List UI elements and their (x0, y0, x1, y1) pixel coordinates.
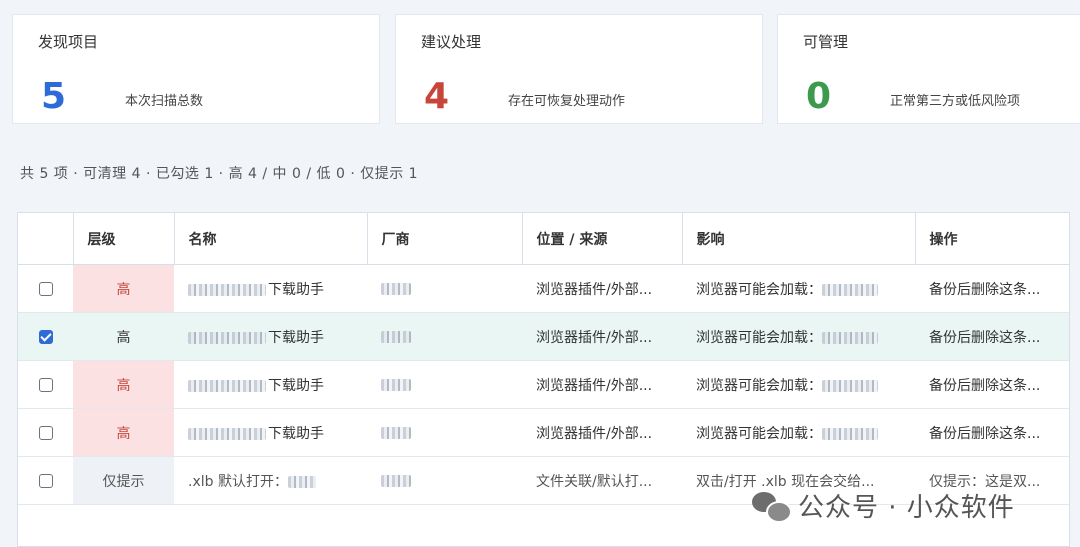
impact-cell: 浏览器可能会加载： (682, 408, 915, 457)
location-cell: 浏览器插件/外部... (522, 408, 682, 457)
impact-text: 浏览器可能会加载： (696, 425, 822, 442)
location-cell: 文件关联/默认打... (522, 456, 682, 505)
impact-text: 浏览器可能会加载： (696, 281, 822, 298)
vendor-cell (367, 312, 522, 361)
action-cell: 备份后删除这条... (915, 360, 1069, 409)
name-text: 下载助手 (268, 329, 324, 346)
card-suggested: 建议处理 4 存在可恢复处理动作 (395, 14, 763, 124)
card-value: 0 (806, 76, 832, 117)
redacted-text (822, 283, 878, 296)
redacted-text (188, 331, 266, 344)
level-cell: 仅提示 (73, 456, 174, 505)
summary-cards: 发现项目 5 本次扫描总数 建议处理 4 存在可恢复处理动作 可管理 0 正常第… (12, 14, 1080, 124)
name-text: 下载助手 (268, 377, 324, 394)
level-cell: 高 (73, 312, 174, 361)
name-cell: 下载助手 (174, 408, 367, 457)
header-vendor[interactable]: 厂商 (367, 213, 523, 265)
level-cell: 高 (73, 360, 174, 409)
wechat-icon (752, 491, 792, 523)
name-text: 下载助手 (268, 281, 324, 298)
vendor-cell (367, 408, 522, 457)
row-select-cell[interactable] (18, 456, 73, 505)
card-value: 5 (41, 76, 67, 117)
table-row[interactable]: 高 下载助手 浏览器插件/外部... 浏览器可能会加载： 备份后删除这条... (18, 408, 1069, 457)
table-header-row: 层级 名称 厂商 位置 / 来源 影响 操作 (18, 213, 1069, 265)
redacted-text (188, 283, 266, 296)
table-row[interactable]: 高 下载助手 浏览器插件/外部... 浏览器可能会加载： 备份后删除这条... (18, 312, 1069, 361)
impact-cell: 浏览器可能会加载： (682, 312, 915, 361)
header-level[interactable]: 层级 (73, 213, 175, 265)
redacted-text (822, 427, 878, 440)
redacted-text (287, 475, 316, 488)
redacted-text (822, 331, 878, 344)
card-title: 发现项目 (38, 33, 99, 51)
row-select-cell[interactable] (18, 264, 73, 313)
header-name[interactable]: 名称 (174, 213, 368, 265)
card-found: 发现项目 5 本次扫描总数 (12, 14, 380, 124)
vendor-cell (367, 360, 522, 409)
impact-cell: 浏览器可能会加载： (682, 264, 915, 313)
redacted-text (822, 379, 878, 392)
impact-text: 浏览器可能会加载： (696, 329, 822, 346)
impact-text: 浏览器可能会加载： (696, 377, 822, 394)
card-manageable: 可管理 0 正常第三方或低风险项 (777, 14, 1080, 124)
name-text: .xlb 默认打开： (188, 473, 288, 490)
header-location[interactable]: 位置 / 来源 (522, 213, 683, 265)
header-impact[interactable]: 影响 (682, 213, 916, 265)
card-title: 可管理 (803, 33, 849, 51)
row-checkbox[interactable] (38, 281, 53, 296)
table-row[interactable]: 高 下载助手 浏览器插件/外部... 浏览器可能会加载： 备份后删除这条... (18, 264, 1069, 313)
impact-cell: 浏览器可能会加载： (682, 360, 915, 409)
card-desc: 正常第三方或低风险项 (890, 94, 1021, 109)
location-cell: 浏览器插件/外部... (522, 360, 682, 409)
card-value: 4 (424, 76, 450, 117)
redacted-text (188, 427, 266, 440)
row-checkbox-checked[interactable] (38, 329, 53, 344)
level-cell: 高 (73, 264, 174, 313)
row-select-cell[interactable] (18, 312, 73, 361)
table-row[interactable]: 高 下载助手 浏览器插件/外部... 浏览器可能会加载： 备份后删除这条... (18, 360, 1069, 409)
level-cell: 高 (73, 408, 174, 457)
card-desc: 本次扫描总数 (125, 94, 204, 109)
name-cell: 下载助手 (174, 312, 367, 361)
action-cell: 备份后删除这条... (915, 408, 1069, 457)
row-select-cell[interactable] (18, 360, 73, 409)
vendor-cell (367, 456, 522, 505)
name-text: 下载助手 (268, 425, 324, 442)
header-select (18, 213, 74, 265)
row-checkbox[interactable] (38, 377, 53, 392)
redacted-text (381, 378, 411, 391)
watermark: 公众号 · 小众软件 (752, 487, 1015, 524)
name-cell: 下载助手 (174, 264, 367, 313)
watermark-text: 公众号 · 小众软件 (798, 493, 1015, 523)
action-cell: 备份后删除这条... (915, 312, 1069, 361)
location-cell: 浏览器插件/外部... (522, 264, 682, 313)
action-cell: 备份后删除这条... (915, 264, 1069, 313)
redacted-text (381, 282, 411, 295)
redacted-text (381, 330, 411, 343)
row-checkbox[interactable] (38, 473, 53, 488)
results-summary: 共 5 项 · 可清理 4 · 已勾选 1 · 高 4 / 中 0 / 低 0 … (20, 166, 419, 182)
card-title: 建议处理 (421, 33, 482, 51)
row-checkbox[interactable] (38, 425, 53, 440)
name-cell: .xlb 默认打开： (174, 456, 367, 505)
name-cell: 下载助手 (174, 360, 367, 409)
redacted-text (188, 379, 266, 392)
location-cell: 浏览器插件/外部... (522, 312, 682, 361)
header-action[interactable]: 操作 (915, 213, 1069, 265)
card-desc: 存在可恢复处理动作 (508, 94, 626, 109)
redacted-text (381, 426, 411, 439)
vendor-cell (367, 264, 522, 313)
row-select-cell[interactable] (18, 408, 73, 457)
redacted-text (381, 474, 411, 487)
